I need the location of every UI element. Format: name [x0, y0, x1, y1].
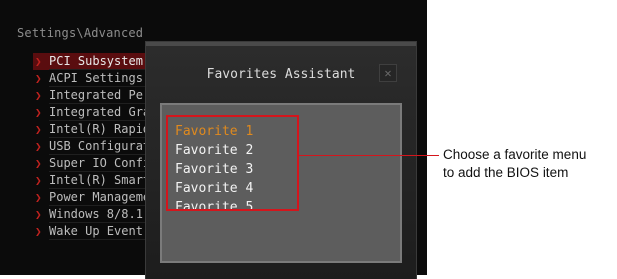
- chevron-right-icon: ❯: [35, 140, 42, 153]
- chevron-right-icon: ❯: [35, 72, 42, 85]
- chevron-right-icon: ❯: [35, 89, 42, 102]
- chevron-right-icon: ❯: [35, 225, 42, 238]
- chevron-right-icon: ❯: [35, 123, 42, 136]
- dialog-title: Favorites Assistant: [206, 67, 356, 82]
- chevron-right-icon: ❯: [35, 106, 42, 119]
- annotation-callout-line: [299, 155, 439, 156]
- chevron-right-icon: ❯: [35, 174, 42, 187]
- menu-item-label: ACPI Settings: [49, 71, 143, 85]
- chevron-right-icon: ❯: [35, 191, 42, 204]
- breadcrumb: Settings\Advanced: [17, 26, 144, 40]
- chevron-right-icon: ❯: [35, 55, 42, 68]
- annotation-highlight-box: [166, 115, 299, 211]
- close-icon[interactable]: ✕: [379, 64, 397, 82]
- callout-line-2: to add the BIOS item: [443, 165, 569, 180]
- callout-line-1: Choose a favorite menu: [443, 147, 587, 162]
- chevron-right-icon: ❯: [35, 157, 42, 170]
- chevron-right-icon: ❯: [35, 208, 42, 221]
- annotation-callout-text: Choose a favorite menu to add the BIOS i…: [443, 146, 617, 182]
